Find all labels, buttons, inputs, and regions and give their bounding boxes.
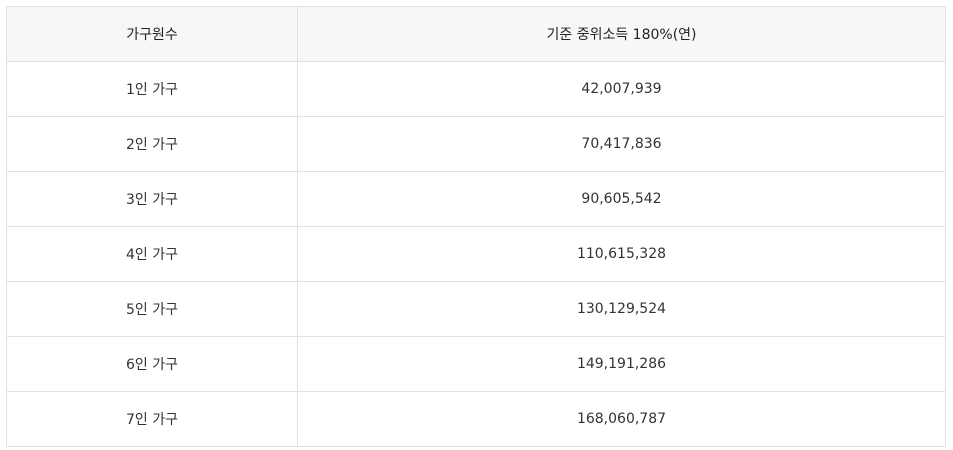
income-cell: 149,191,286	[297, 336, 946, 392]
header-median-income-180: 기준 중위소득 180%(연)	[297, 6, 946, 62]
table-row: 3인 가구 90,605,542	[6, 171, 946, 227]
income-table: 가구원수 기준 중위소득 180%(연) 1인 가구 42,007,939 2인…	[6, 6, 946, 447]
household-size-cell: 3인 가구	[6, 171, 298, 227]
table-row: 1인 가구 42,007,939	[6, 61, 946, 117]
table-row: 6인 가구 149,191,286	[6, 336, 946, 392]
household-size-cell: 4인 가구	[6, 226, 298, 282]
table-row: 2인 가구 70,417,836	[6, 116, 946, 172]
household-size-cell: 6인 가구	[6, 336, 298, 392]
income-cell: 168,060,787	[297, 391, 946, 447]
household-size-cell: 1인 가구	[6, 61, 298, 117]
income-cell: 90,605,542	[297, 171, 946, 227]
income-cell: 110,615,328	[297, 226, 946, 282]
household-size-cell: 5인 가구	[6, 281, 298, 337]
income-cell: 130,129,524	[297, 281, 946, 337]
header-household-size: 가구원수	[6, 6, 298, 62]
household-size-cell: 2인 가구	[6, 116, 298, 172]
household-size-cell: 7인 가구	[6, 391, 298, 447]
table-row: 4인 가구 110,615,328	[6, 226, 946, 282]
income-cell: 70,417,836	[297, 116, 946, 172]
income-cell: 42,007,939	[297, 61, 946, 117]
table-row: 5인 가구 130,129,524	[6, 281, 946, 337]
table-header-row: 가구원수 기준 중위소득 180%(연)	[6, 6, 946, 62]
table-row: 7인 가구 168,060,787	[6, 391, 946, 447]
